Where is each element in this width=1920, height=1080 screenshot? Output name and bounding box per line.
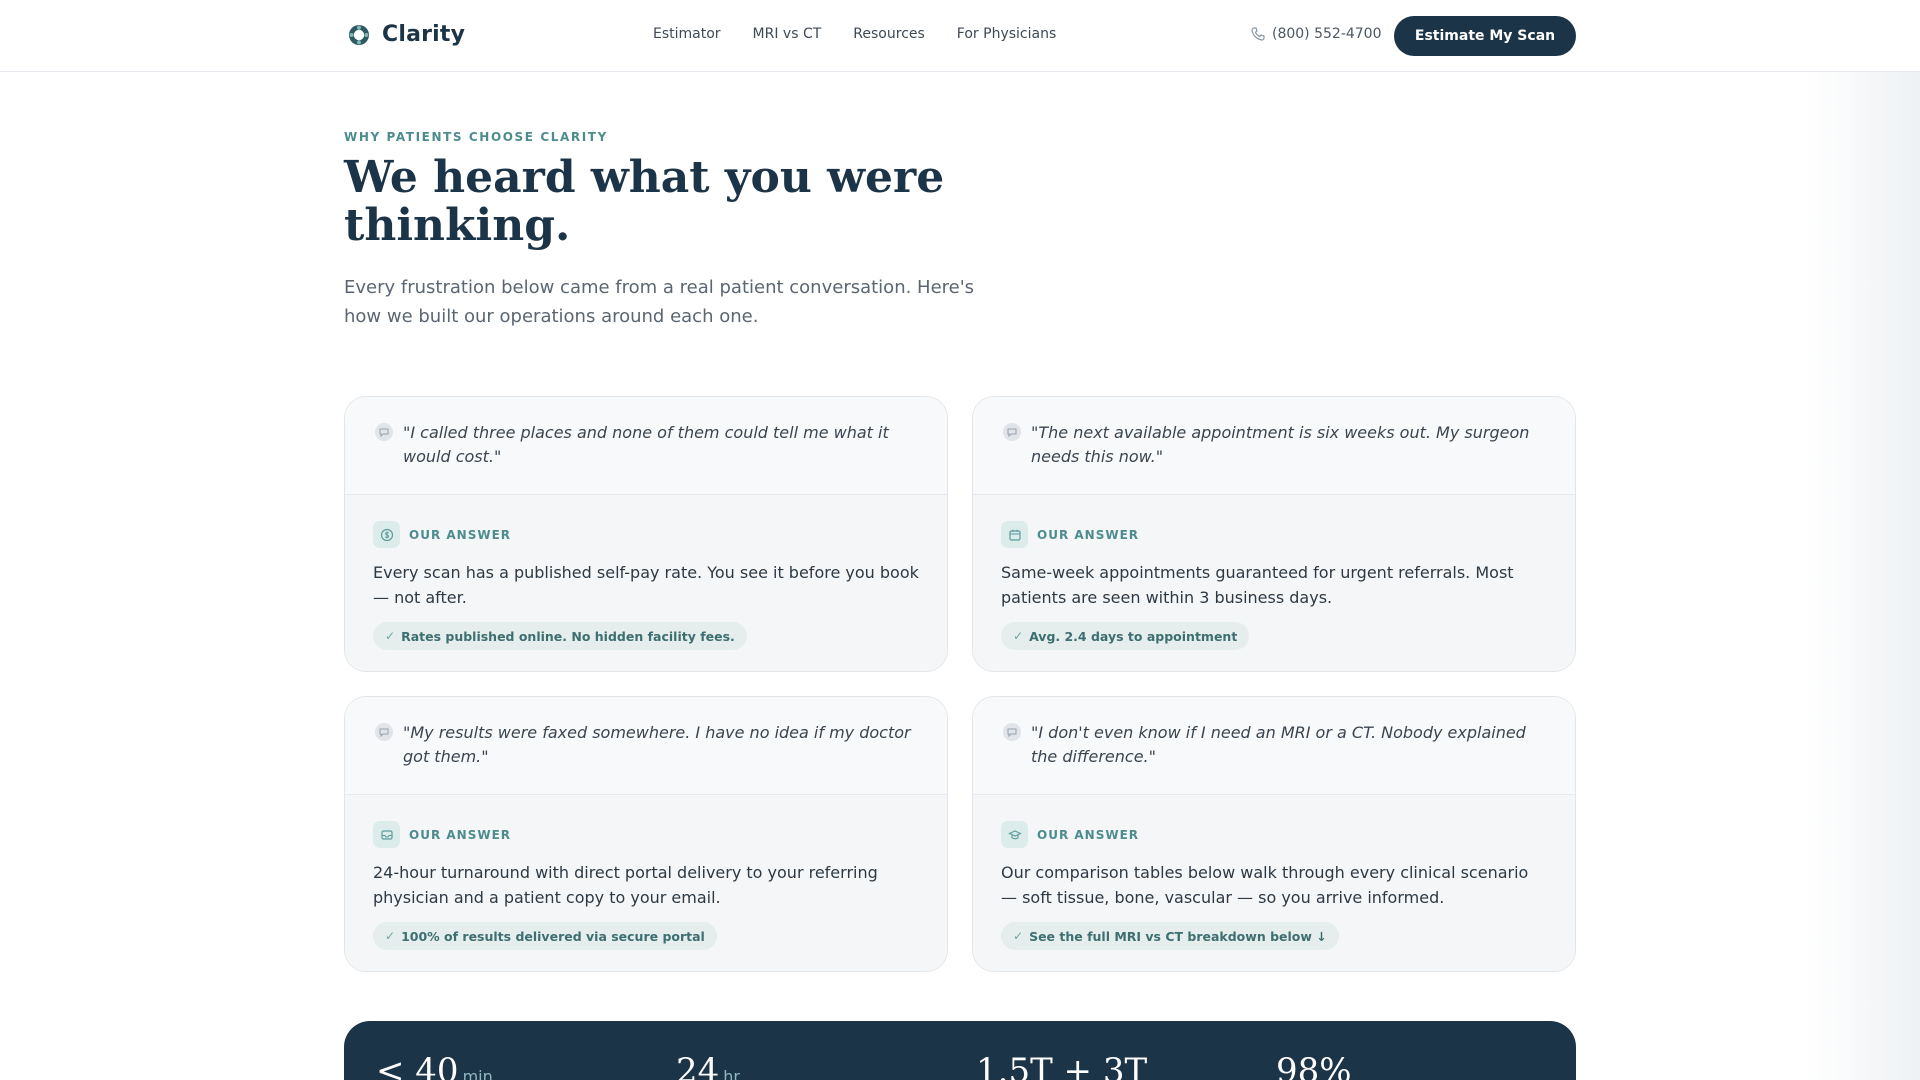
proof-badge: ✓ Rates published online. No hidden faci…	[373, 622, 747, 650]
proof-badge-text: 100% of results delivered via secure por…	[401, 928, 705, 944]
patient-quote: "The next available appointment is six w…	[973, 397, 1575, 495]
our-answer: OUR ANSWER Every scan has a published se…	[345, 495, 947, 671]
stat-value: < 40	[376, 1051, 459, 1080]
patient-quote: "I called three places and none of them …	[345, 397, 947, 495]
nav-for-physicians[interactable]: For Physicians	[957, 26, 1056, 42]
chat-bubble-icon	[1003, 423, 1021, 441]
check-icon: ✓	[385, 929, 396, 943]
mri-ct-breakdown-link[interactable]: ✓ See the full MRI vs CT breakdown below…	[1001, 922, 1339, 950]
phone-link[interactable]: (800) 552-4700	[1250, 26, 1382, 42]
answer-text: Same-week appointments guaranteed for ur…	[1001, 563, 1514, 607]
proof-badge: ✓ 100% of results delivered via secure p…	[373, 922, 717, 950]
faq-card-mri-vs-ct: "I don't even know if I need an MRI or a…	[972, 696, 1576, 972]
quote-text: "I called three places and none of them …	[403, 423, 889, 466]
dollar-icon	[373, 521, 400, 548]
nav-mri-vs-ct[interactable]: MRI vs CT	[753, 26, 822, 42]
our-answer: OUR ANSWER Same-week appointments guaran…	[973, 495, 1575, 671]
site-header: Clarity Estimator MRI vs CT Resources Fo…	[0, 0, 1920, 72]
stat-unit: min	[462, 1067, 493, 1080]
quote-text: "The next available appointment is six w…	[1031, 423, 1530, 466]
answer-label: OUR ANSWER	[1037, 527, 1140, 542]
our-answer: OUR ANSWER Our comparison tables below w…	[973, 795, 1575, 971]
check-icon: ✓	[385, 629, 396, 643]
check-icon: ✓	[1013, 629, 1024, 643]
chat-bubble-icon	[375, 423, 393, 441]
our-answer: OUR ANSWER 24-hour turnaround with direc…	[345, 795, 947, 971]
answer-label: OUR ANSWER	[409, 527, 512, 542]
answer-text: Every scan has a published self-pay rate…	[373, 563, 919, 607]
inbox-icon	[373, 821, 400, 848]
answer-text: Our comparison tables below walk through…	[1001, 863, 1529, 907]
section-eyebrow: WHY PATIENTS CHOOSE CLARITY	[344, 130, 608, 144]
check-icon: ✓	[1013, 929, 1024, 943]
faq-card-results: "My results were faxed somewhere. I have…	[344, 696, 948, 972]
brand-logo[interactable]: Clarity	[348, 22, 465, 47]
chat-bubble-icon	[1003, 723, 1021, 741]
patient-quote: "I don't even know if I need an MRI or a…	[973, 697, 1575, 795]
stats-bar: < 40 min 24 hr 1.5T + 3T 98%	[344, 1021, 1576, 1080]
proof-badge: ✓ Avg. 2.4 days to appointment	[1001, 622, 1250, 650]
graduation-cap-icon	[1001, 821, 1028, 848]
stat-value: 1.5T + 3T	[976, 1051, 1148, 1080]
answer-text: 24-hour turnaround with direct portal de…	[373, 863, 878, 907]
proof-badge-text: See the full MRI vs CT breakdown below ↓	[1029, 928, 1327, 944]
nav-estimator[interactable]: Estimator	[653, 26, 721, 42]
phone-icon	[1251, 27, 1265, 41]
faq-card-cost: "I called three places and none of them …	[344, 396, 948, 672]
page-subtitle: Every frustration below came from a real…	[344, 277, 975, 327]
quote-text: "My results were faxed somewhere. I have…	[403, 723, 911, 766]
answer-label: OUR ANSWER	[1037, 827, 1140, 842]
patient-quote: "My results were faxed somewhere. I have…	[345, 697, 947, 795]
main-nav: Estimator MRI vs CT Resources For Physic…	[653, 26, 1056, 42]
proof-badge-text: Rates published online. No hidden facili…	[401, 628, 735, 644]
logo-icon	[349, 24, 369, 45]
stat-scan-time: < 40 min	[376, 1051, 493, 1080]
nav-resources[interactable]: Resources	[853, 26, 925, 42]
stat-turnaround: 24 hr	[676, 1051, 740, 1080]
calendar-icon	[1001, 521, 1028, 548]
proof-badge-text: Avg. 2.4 days to appointment	[1029, 628, 1238, 644]
stat-value: 98%	[1276, 1051, 1352, 1080]
chat-bubble-icon	[375, 723, 393, 741]
stat-magnet-strength: 1.5T + 3T	[976, 1051, 1147, 1080]
stat-satisfaction: 98%	[1276, 1051, 1352, 1080]
answer-label: OUR ANSWER	[409, 827, 512, 842]
phone-number: (800) 552-4700	[1272, 26, 1382, 42]
stat-unit: hr	[723, 1067, 740, 1080]
stat-value: 24	[676, 1051, 720, 1080]
brand-name: Clarity	[382, 22, 466, 47]
quote-text: "I don't even know if I need an MRI or a…	[1031, 723, 1526, 766]
estimate-scan-button[interactable]: Estimate My Scan	[1394, 16, 1576, 56]
faq-card-appointment: "The next available appointment is six w…	[972, 396, 1576, 672]
page-title: We heard what you were thinking.	[344, 152, 945, 251]
